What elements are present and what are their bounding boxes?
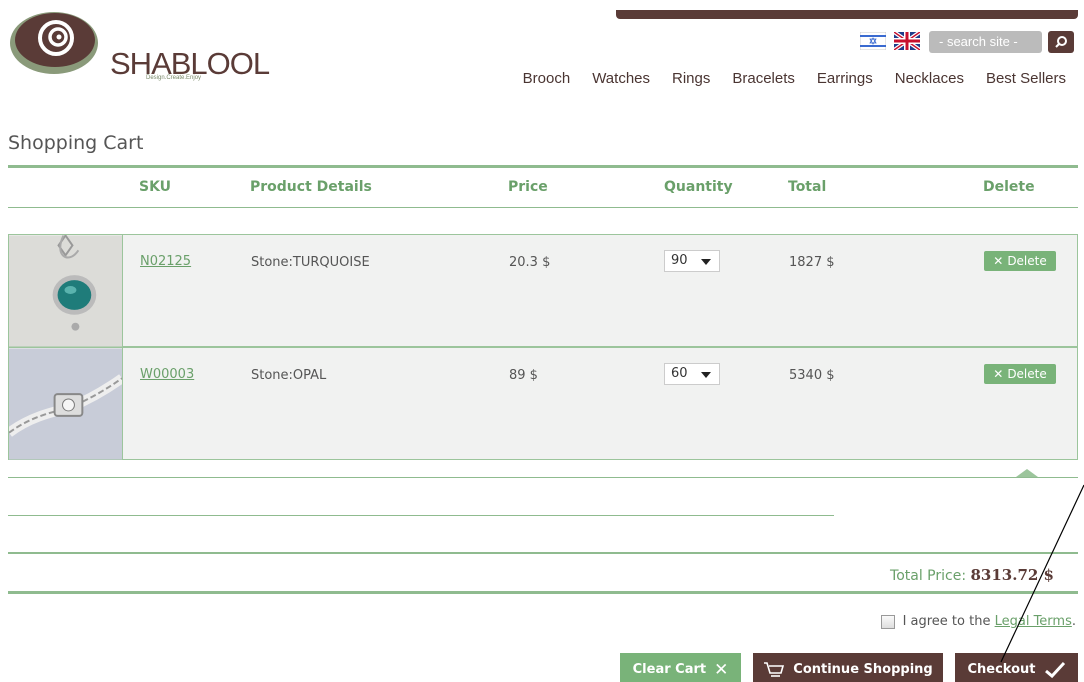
nav-item-necklaces[interactable]: Necklaces — [895, 70, 964, 87]
header-bottom-rule — [8, 207, 1078, 208]
checkmark-icon — [1044, 661, 1065, 678]
israel-flag-icon[interactable] — [860, 32, 886, 50]
nav-item-earrings[interactable]: Earrings — [817, 70, 873, 87]
table-top-rule — [8, 165, 1078, 168]
product-image-pendant[interactable] — [9, 235, 123, 347]
terms-suffix: . — [1071, 614, 1076, 629]
search-input[interactable]: - search site - — [929, 31, 1042, 53]
brand-tagline: Design.Create.Enjoy — [146, 75, 202, 81]
header-price: Price — [508, 179, 548, 195]
quantity-select[interactable]: 90 — [664, 250, 720, 272]
nav-item-brooch[interactable]: Brooch — [523, 70, 571, 87]
table-row: W00003 Stone:OPAL 89 $ 60 5340 $ ✕ Delete — [8, 347, 1078, 460]
continue-shopping-button[interactable]: Continue Shopping — [753, 653, 943, 682]
chevron-down-icon — [701, 372, 711, 378]
header-product-details: Product Details — [250, 179, 372, 195]
quantity-value: 60 — [671, 366, 688, 381]
product-details: Stone:OPAL — [251, 368, 327, 383]
clear-cart-button[interactable]: Clear Cart ✕ — [620, 653, 741, 682]
page-title: Shopping Cart — [8, 132, 144, 154]
product-image-watch[interactable] — [9, 348, 123, 460]
terms-checkbox[interactable] — [880, 614, 895, 629]
spiral-logo-icon — [10, 12, 98, 74]
checkout-button[interactable]: Checkout — [955, 653, 1078, 682]
nav-item-bracelets[interactable]: Bracelets — [732, 70, 795, 87]
divider — [8, 515, 834, 516]
quantity-value: 90 — [671, 253, 688, 268]
nav-item-watches[interactable]: Watches — [592, 70, 650, 87]
delete-label: Delete — [1007, 254, 1047, 268]
site-logo[interactable]: SHABLOOL Design.Create.Enjoy — [6, 10, 270, 90]
clear-cart-label: Clear Cart — [632, 662, 707, 677]
header-quantity: Quantity — [664, 179, 733, 195]
product-sku-link[interactable]: W00003 — [140, 367, 194, 382]
continue-shopping-label: Continue Shopping — [793, 662, 933, 677]
chevron-down-icon — [701, 259, 711, 265]
product-price: 20.3 $ — [509, 255, 551, 270]
delete-label: Delete — [1007, 367, 1047, 381]
divider — [8, 552, 1078, 554]
dropdown-notch — [1016, 469, 1038, 477]
header-sku: SKU — [139, 179, 172, 195]
legal-terms-link[interactable]: Legal Terms — [995, 614, 1072, 629]
product-price: 89 $ — [509, 368, 538, 383]
terms-agreement: I agree to the Legal Terms. — [880, 614, 1076, 629]
close-icon: ✕ — [993, 254, 1004, 268]
search-button[interactable] — [1048, 31, 1074, 53]
search-icon — [1055, 36, 1067, 48]
nav-item-best-sellers[interactable]: Best Sellers — [986, 70, 1066, 87]
header-delete: Delete — [983, 179, 1035, 195]
cart-icon — [764, 661, 785, 677]
nav-item-rings[interactable]: Rings — [672, 70, 710, 87]
close-icon: ✕ — [993, 367, 1004, 381]
product-sku-link[interactable]: N02125 — [140, 254, 191, 269]
total-price-value: 8313.72 $ — [970, 566, 1054, 584]
uk-flag-icon[interactable] — [894, 32, 920, 50]
main-nav: Brooch Watches Rings Bracelets Earrings … — [501, 70, 1066, 87]
total-price-label: Total Price: — [890, 568, 967, 584]
checkout-label: Checkout — [967, 662, 1036, 677]
product-total: 1827 $ — [789, 255, 835, 270]
terms-text: I agree to the — [902, 614, 991, 629]
table-row: N02125 Stone:TURQUOISE 20.3 $ 90 1827 $ … — [8, 234, 1078, 347]
delete-button[interactable]: ✕ Delete — [984, 251, 1056, 271]
product-total: 5340 $ — [789, 368, 835, 383]
quantity-select[interactable]: 60 — [664, 363, 720, 385]
divider — [8, 591, 1078, 594]
language-switcher — [860, 32, 920, 50]
top-accent-bar — [616, 10, 1078, 19]
product-details: Stone:TURQUOISE — [251, 255, 370, 270]
header-total: Total — [788, 179, 827, 195]
total-price: Total Price: 8313.72 $ — [890, 566, 1054, 584]
close-icon: ✕ — [714, 659, 729, 680]
delete-button[interactable]: ✕ Delete — [984, 364, 1056, 384]
divider — [8, 477, 1078, 478]
